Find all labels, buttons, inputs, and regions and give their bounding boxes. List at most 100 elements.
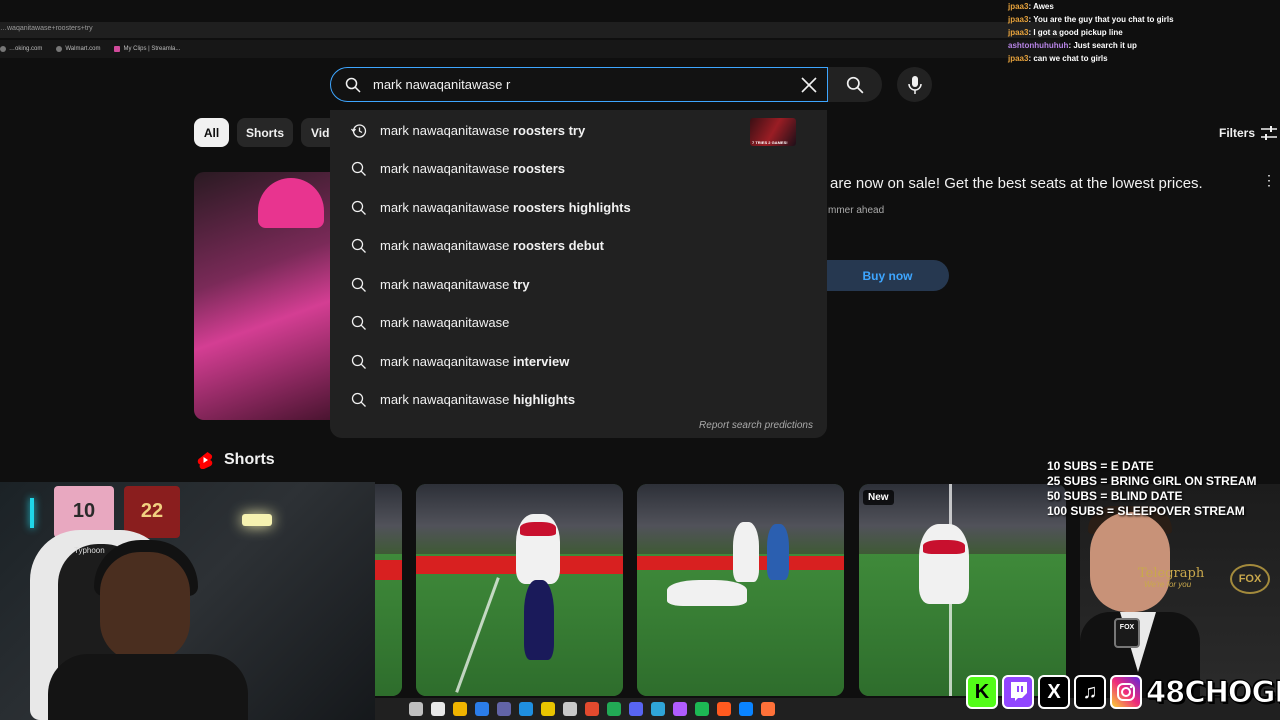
short-thumbnail[interactable]	[637, 484, 844, 696]
face-graphic	[1090, 512, 1170, 612]
streamer-body	[48, 654, 248, 720]
spotify-icon[interactable]	[695, 702, 709, 716]
search-suggestions-dropdown: mark nawaqanitawase roosters try 7 TRIES…	[330, 110, 827, 438]
suggestion-label: mark nawaqanitawase interview	[380, 354, 570, 369]
more-vert-icon[interactable]: ⋮	[1262, 172, 1276, 189]
stream-screen: …waqanitawase+roosters+try …oking.com Wa…	[0, 0, 1280, 720]
suggestion-item[interactable]: mark nawaqanitawase	[330, 304, 827, 340]
sub-goal: 100 SUBS = SLEEPOVER STREAM	[1047, 504, 1245, 518]
suggestion-label: mark nawaqanitawase	[380, 315, 510, 330]
sponsor-board	[375, 560, 402, 580]
discord-icon[interactable]	[629, 702, 643, 716]
chat-text: You are the guy that you chat to girls	[1033, 15, 1174, 24]
thumbnail-caption: 7 TRIES 2 GAMES!	[752, 140, 788, 145]
suggestion-item[interactable]: mark nawaqanitawase roosters try 7 TRIES…	[330, 112, 827, 148]
shorts-section-header: Shorts	[196, 451, 275, 469]
crowd-graphic	[375, 484, 402, 554]
suggestion-item[interactable]: mark nawaqanitawase roosters highlights	[330, 189, 827, 225]
suggestion-item[interactable]: mark nawaqanitawase highlights	[330, 381, 827, 417]
suggestion-item[interactable]: mark nawaqanitawase interview	[330, 343, 827, 379]
buy-now-button[interactable]: Buy now	[826, 260, 949, 291]
chat-username: jpaa3	[1008, 54, 1029, 63]
subscriber-goals-overlay: 10 SUBS = E DATE 25 SUBS = BRING GIRL ON…	[1047, 459, 1256, 519]
chat-message: jpaa3: can we chat to girls	[1008, 54, 1108, 63]
suggestion-label: mark nawaqanitawase roosters debut	[380, 238, 604, 253]
search-input[interactable]	[373, 68, 793, 101]
firefox-icon[interactable]	[761, 702, 775, 716]
x-icon: X	[1038, 675, 1070, 709]
bookmark-label: Walmart.com	[65, 46, 101, 52]
streamer-webcam: 10 22 Typhoon	[0, 482, 375, 720]
suggestion-item[interactable]: mark nawaqanitawase roosters debut	[330, 227, 827, 263]
search-icon	[351, 277, 366, 292]
clips-icon	[114, 46, 121, 52]
suggestion-label: mark nawaqanitawase roosters	[380, 161, 565, 176]
teams-icon[interactable]	[497, 702, 511, 716]
led-light	[242, 514, 272, 526]
new-badge: New	[863, 490, 894, 505]
helmet-graphic	[258, 178, 324, 228]
ad-thumbnail[interactable]	[194, 172, 330, 420]
short-thumbnail[interactable]	[416, 484, 623, 696]
suggestion-item[interactable]: mark nawaqanitawase try	[330, 266, 827, 302]
mail-icon[interactable]	[519, 702, 533, 716]
chat-username: jpaa3	[1008, 15, 1029, 24]
cyan-light	[30, 498, 34, 528]
search-box[interactable]	[330, 67, 828, 102]
social-handles-overlay: K X ♫ 48CHOGII	[966, 675, 1280, 710]
telegraph-logo: Telegraph	[1138, 566, 1205, 581]
short-thumbnail[interactable]: New	[859, 484, 1066, 696]
ad-subtitle: mmer ahead	[828, 205, 885, 216]
search-icon	[846, 76, 864, 93]
chat-message: jpaa3: You are the guy that you chat to …	[1008, 15, 1174, 24]
chair-brand: Typhoon	[74, 546, 105, 555]
suggestion-thumbnail: 7 TRIES 2 GAMES!	[750, 118, 796, 146]
suggestion-item[interactable]: mark nawaqanitawase roosters	[330, 150, 827, 186]
filters-button[interactable]: Filters	[1219, 126, 1278, 140]
brave-icon[interactable]	[717, 702, 731, 716]
app-icon[interactable]	[607, 702, 621, 716]
globe-icon	[0, 46, 6, 52]
bookmark-booking[interactable]: …oking.com	[0, 46, 42, 52]
streamer-handle: 48CHOGII	[1146, 675, 1280, 710]
ad-title[interactable]: are now on sale! Get the best seats at t…	[830, 175, 1203, 192]
store-icon[interactable]	[563, 702, 577, 716]
fox-league-logo: FOX	[1230, 564, 1270, 594]
suggestion-label: mark nawaqanitawase highlights	[380, 392, 576, 407]
chat-text: Awes	[1033, 2, 1054, 11]
explorer-icon[interactable]	[453, 702, 467, 716]
report-predictions-link[interactable]: Report search predictions	[699, 420, 813, 431]
mic-icon	[907, 75, 922, 94]
short-thumbnail[interactable]	[375, 484, 402, 696]
search-button[interactable]	[828, 67, 882, 102]
bookmark-label: …oking.com	[9, 46, 43, 52]
chip-all[interactable]: All	[194, 118, 229, 147]
app-icon[interactable]	[673, 702, 687, 716]
chat-username: jpaa3	[1008, 2, 1029, 11]
jersey-stripe	[520, 522, 556, 536]
search-icon	[351, 238, 366, 253]
chrome-icon[interactable]	[585, 702, 599, 716]
edge-icon[interactable]	[475, 702, 489, 716]
player-legs	[524, 580, 554, 660]
chip-shorts[interactable]: Shorts	[237, 118, 293, 147]
url-text: …waqanitawase+roosters+try	[0, 25, 93, 32]
start-icon[interactable]	[409, 702, 423, 716]
streamer-face	[100, 552, 190, 662]
address-bar[interactable]: …waqanitawase+roosters+try	[0, 22, 1060, 38]
search-icon	[351, 354, 366, 369]
suggestion-label: mark nawaqanitawase roosters try	[380, 123, 586, 138]
player-diving	[667, 580, 747, 606]
close-icon[interactable]	[795, 71, 823, 99]
chat-message: jpaa3: Awes	[1008, 2, 1054, 11]
voice-search-button[interactable]	[897, 67, 932, 102]
jersey-stripe	[923, 540, 965, 554]
app-icon[interactable]	[651, 702, 665, 716]
bookmark-walmart[interactable]: Walmart.com	[56, 46, 100, 52]
app-icon[interactable]	[739, 702, 753, 716]
sliders-icon	[1261, 126, 1278, 140]
bookmark-my-clips[interactable]: My Clips | Streamla...	[114, 46, 180, 52]
taskview-icon[interactable]	[431, 702, 445, 716]
folder-icon[interactable]	[541, 702, 555, 716]
bookmarks-bar: …oking.com Walmart.com My Clips | Stream…	[0, 40, 1060, 58]
